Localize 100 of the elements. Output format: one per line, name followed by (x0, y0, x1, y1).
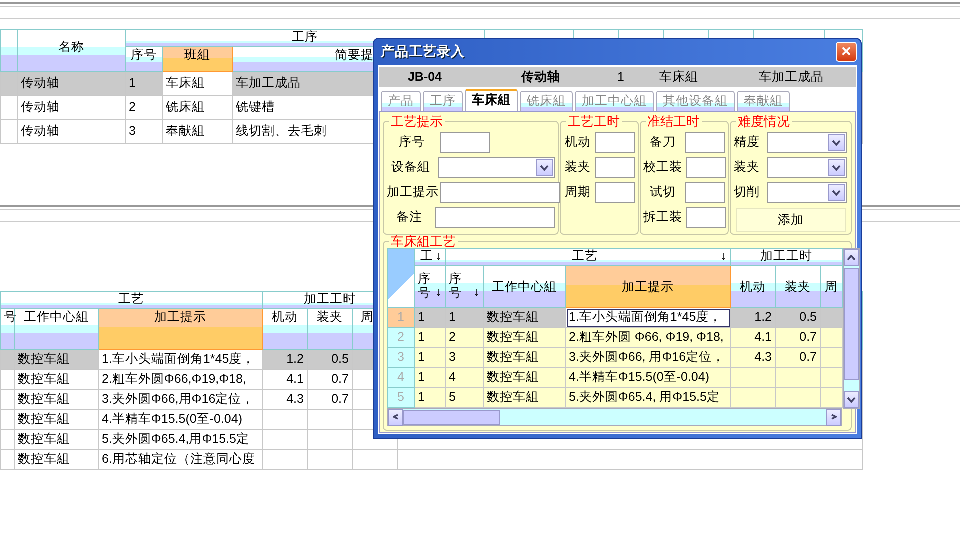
column-header[interactable]: 机动 (262, 308, 308, 350)
table-cell: 5.夹外圆Φ65.4,用Φ15.5定 (98, 430, 262, 450)
tab[interactable]: 工序 (423, 91, 463, 111)
input-field[interactable] (685, 132, 726, 153)
header-label: 序号 (449, 273, 462, 301)
table-cell: 数控车組 (14, 410, 98, 430)
table-cell: 0.7 (308, 390, 352, 410)
scrollbar-thumb[interactable] (844, 268, 860, 380)
table-cell: 4.1 (730, 328, 776, 348)
table-cell: 4.半精车Φ15.5(0至-0.04) (566, 368, 731, 388)
table-cell: 1 (414, 368, 446, 388)
table-cell: 0.7 (308, 370, 352, 390)
tab[interactable]: 产品 (381, 91, 421, 111)
column-header[interactable]: 工作中心組 (14, 308, 98, 350)
chevron-down-icon (832, 164, 842, 170)
column-group-header[interactable]: 加工工时 (730, 248, 843, 266)
column-header[interactable]: 加工提示 (98, 308, 262, 350)
field-label: 备注 (395, 210, 424, 225)
table-cell: 数控车組 (14, 350, 98, 370)
info-text: 传动轴 (520, 70, 562, 84)
table-cell: 数控车組 (14, 430, 98, 450)
table-cell: 1 (414, 308, 446, 328)
table-cell: 1 (414, 328, 446, 348)
table-cell: 4.半精车Φ15.5(0至-0.04) (98, 410, 262, 430)
group-title: 准结工时 (646, 115, 701, 128)
scrollbar-thumb[interactable] (403, 410, 500, 424)
column-header[interactable]: 号 (0, 308, 14, 350)
tab[interactable]: 加工中心組 (575, 91, 654, 111)
table-cell: 1.车小头端面倒角1*45度， (566, 308, 731, 328)
field-label: 切削 (734, 185, 762, 200)
table-cell: 2 (446, 328, 484, 348)
input-field[interactable] (686, 207, 726, 228)
scroll-right-button[interactable] (826, 408, 841, 426)
column-header[interactable]: 装夹 (308, 308, 352, 350)
vertical-scrollbar[interactable] (843, 248, 860, 409)
scroll-left-button[interactable] (388, 408, 403, 426)
field-label: 试切 (648, 185, 677, 200)
dropdown-field[interactable] (767, 132, 848, 153)
field-label: 设备組 (390, 160, 432, 175)
dropdown-field[interactable] (438, 157, 555, 178)
header-label: 工艺 (572, 249, 598, 263)
group-title: 车床組工艺 (390, 235, 457, 248)
table-cell: 1.2 (262, 350, 308, 370)
group-title: 难度情况 (737, 115, 792, 128)
table-cell: 6.用芯轴定位（注意同心度 (98, 450, 262, 470)
dropdown-field[interactable] (767, 182, 848, 203)
dropdown-field[interactable] (767, 157, 848, 178)
table-cell: 1 (446, 308, 484, 328)
info-text: 车床組 (658, 70, 700, 84)
input-field[interactable] (685, 182, 726, 203)
input-field[interactable] (594, 182, 635, 203)
chevron-down-icon (540, 164, 549, 170)
table-row[interactable]: 2 1 2 数控车組 2.粗车外圆 Φ66, Φ19, Φ18, 4.1 0.7 (388, 328, 843, 348)
table-row[interactable]: 3 1 3 数控车組 3.夹外圆Φ66, 用Φ16定位， 4.3 0.7 (388, 348, 843, 368)
field-label: 周期 (564, 185, 592, 200)
info-text: JB-04 (406, 70, 444, 84)
input-field[interactable] (594, 132, 635, 153)
table-cell: 4.3 (730, 348, 776, 368)
table-cell: 1.车小头端面倒角1*45度， (98, 350, 262, 370)
table-cell: 1 (414, 348, 446, 368)
input-field[interactable] (440, 182, 560, 203)
column-header[interactable]: 名称 (18, 30, 126, 72)
sort-arrow-icon: ↓ (720, 249, 728, 264)
table-row[interactable]: 4 1 4 数控车組 4.半精车Φ15.5(0至-0.04) (388, 368, 843, 388)
field-label: 加工提示 (387, 185, 437, 200)
info-text: 车加工成品 (758, 70, 825, 84)
tab[interactable]: 铣床組 (520, 91, 573, 111)
field-label: 精度 (734, 135, 762, 150)
sort-arrow-icon: ↓ (474, 285, 480, 300)
field-label: 装夹 (564, 160, 592, 175)
column-header[interactable]: 机动 (730, 266, 776, 308)
table-cell: 数控车組 (484, 328, 566, 348)
table-cell: 0.7 (776, 328, 821, 348)
chevron-left-icon (392, 414, 398, 420)
input-field[interactable] (686, 157, 726, 178)
tab[interactable]: 奉献組 (737, 91, 790, 111)
column-header[interactable]: 加工提示 (566, 266, 731, 308)
input-field[interactable] (440, 132, 490, 153)
scroll-up-button[interactable] (844, 249, 860, 266)
scroll-down-button[interactable] (844, 391, 860, 408)
column-header[interactable]: 装夹 (776, 266, 821, 308)
tab[interactable]: 其他设备組 (656, 91, 735, 111)
field-label: 拆工装 (644, 210, 683, 225)
table-cell: 4.1 (262, 370, 308, 390)
field-label: 装夹 (734, 160, 762, 175)
table-cell: 2.粗车外圆 Φ66, Φ19, Φ18, (566, 328, 731, 348)
horizontal-scrollbar[interactable] (387, 408, 842, 426)
chevron-right-icon (830, 414, 836, 420)
column-header[interactable]: 工作中心組 (484, 266, 566, 308)
input-field[interactable] (434, 207, 555, 228)
input-field[interactable] (594, 157, 635, 178)
table-row[interactable]: 1 1 1 数控车組 1.车小头端面倒角1*45度， 1.2 0.5 (388, 308, 843, 328)
column-header[interactable]: 周 (820, 266, 843, 308)
column-group-header: 工艺 (0, 292, 262, 308)
tab[interactable]: 车床組 (465, 89, 518, 111)
table-cell: 4 (446, 368, 484, 388)
column-header[interactable]: 序号 (126, 46, 162, 72)
column-header[interactable]: 班組 (162, 46, 232, 72)
add-button[interactable]: 添加 (736, 208, 846, 232)
table-cell: 0.7 (776, 348, 821, 368)
